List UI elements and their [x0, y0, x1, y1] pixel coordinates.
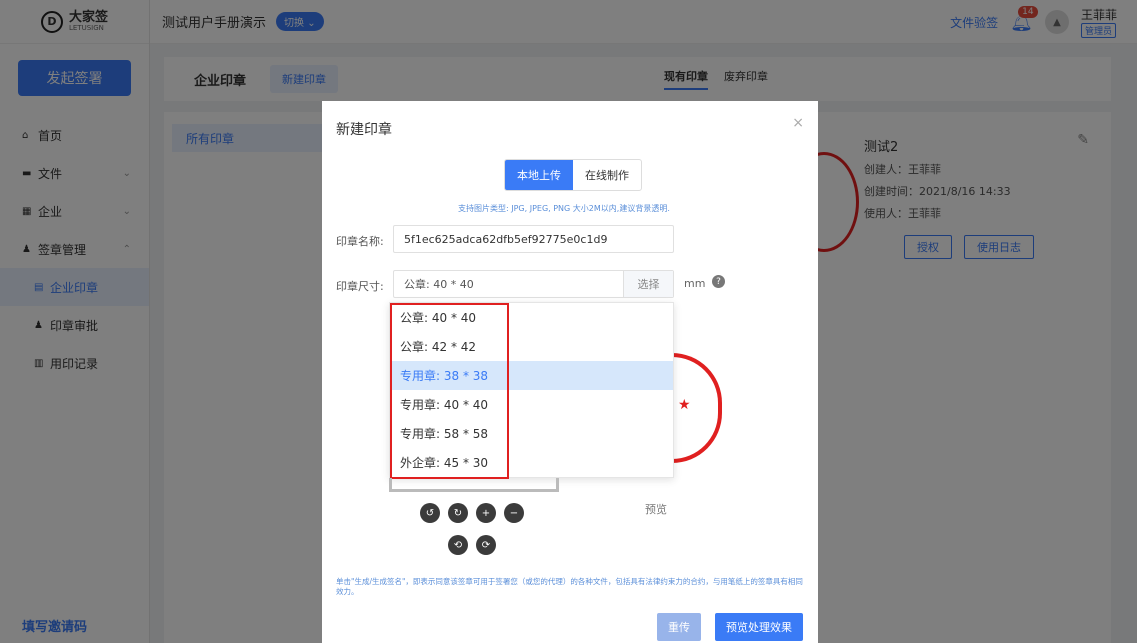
seal-preview-image: ★: [672, 353, 722, 463]
zoom-in-icon[interactable]: +: [476, 503, 496, 523]
size-option[interactable]: 专用章: 40 * 40: [390, 390, 673, 419]
dialog-title: 新建印章: [336, 122, 392, 138]
preview-label: 预览: [645, 503, 667, 516]
tab-local-upload[interactable]: 本地上传: [505, 160, 573, 190]
image-tools: ↺ ↻ + −: [420, 503, 524, 523]
seal-size-label: 印章尺寸:: [336, 280, 384, 293]
tab-online-make[interactable]: 在线制作: [573, 160, 641, 190]
star-icon: ★: [678, 397, 691, 413]
disclaimer-text: 单击"生成/生成签名"，即表示同意该签章可用于签署您（或您的代理）的各种文件，包…: [336, 577, 803, 596]
seal-name-input[interactable]: 5f1ec625adca62dfb5ef92775e0c1d9: [393, 225, 674, 253]
close-icon[interactable]: ×: [792, 115, 804, 131]
upload-hint: 支持图片类型: JPG, JPEG, PNG 大小2M以内,建议背景透明.: [458, 204, 670, 213]
size-option[interactable]: 公章: 40 * 40: [390, 303, 673, 332]
new-seal-dialog: 新建印章 × 本地上传 在线制作 支持图片类型: JPG, JPEG, PNG …: [322, 101, 818, 643]
size-dropdown: 公章: 40 * 40 公章: 42 * 42 专用章: 38 * 38 专用章…: [389, 302, 674, 479]
refresh-icon[interactable]: ⟳: [476, 535, 496, 555]
rotate-left-icon[interactable]: ↺: [420, 503, 440, 523]
size-option[interactable]: 外企章: 45 * 30: [390, 448, 673, 477]
select-size-button[interactable]: 选择: [623, 271, 673, 297]
help-icon[interactable]: ?: [712, 275, 725, 288]
preview-effect-button[interactable]: 预览处理效果: [715, 613, 803, 641]
size-option[interactable]: 公章: 42 * 42: [390, 332, 673, 361]
seal-size-select[interactable]: 公章: 40 * 40 选择: [393, 270, 674, 298]
image-tools-secondary: ⟲ ⟳: [448, 535, 496, 555]
seal-name-label: 印章名称:: [336, 235, 384, 248]
zoom-out-icon[interactable]: −: [504, 503, 524, 523]
reset-icon[interactable]: ⟲: [448, 535, 468, 555]
size-option[interactable]: 专用章: 58 * 58: [390, 419, 673, 448]
rotate-right-icon[interactable]: ↻: [448, 503, 468, 523]
upload-mode-tabs: 本地上传 在线制作: [504, 159, 642, 191]
unit-label: mm: [684, 277, 706, 290]
crop-frame[interactable]: [389, 478, 559, 492]
size-option-selected[interactable]: 专用章: 38 * 38: [390, 361, 673, 390]
seal-size-value: 公章: 40 * 40: [404, 278, 474, 291]
reupload-button[interactable]: 重传: [657, 613, 701, 641]
